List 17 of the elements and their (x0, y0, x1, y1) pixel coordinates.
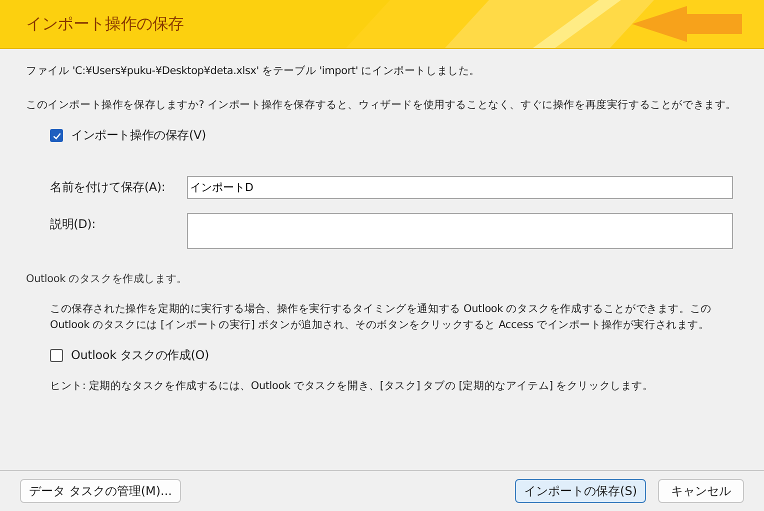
section-heading: Outlook のタスクを作成します。 (26, 272, 188, 287)
description-text: この保存された操作を定期的に実行する場合、操作を実行するタイミングを通知する Outlook のタスクを作成することができます。この Outlook のタスクには [インポートの実行] ボタンが追加され、そのボタンをクリックすると Access でインポート操作が実行されます。 (50, 302, 712, 333)
checkbox[interactable] (50, 349, 63, 362)
field-label: 説明(D): (50, 216, 96, 233)
hint-text: ヒント: 定期的なタスクを作成するには、Outlook でタスクを開き、[タスク] タブの [定期的なアイテム] をクリックします。 (50, 379, 654, 394)
checkbox[interactable] (50, 129, 63, 142)
window-title: インポート操作の保存 (25, 14, 184, 34)
field-label: 名前を付けて保存(A): (50, 179, 166, 196)
checkbox-label[interactable]: Outlook タスクの作成(O) (71, 347, 209, 364)
name-field[interactable]: インポートD (187, 176, 733, 199)
message-text: ファイル 'C:¥Users¥puku-¥Desktop¥deta.xlsx' をテーブル 'import' にインポートしました。 (26, 64, 482, 79)
checkbox-label[interactable]: インポート操作の保存(V) (71, 127, 206, 144)
dialog-button[interactable]: インポートの保存(S) (515, 479, 646, 503)
dialog-button[interactable]: キャンセル (658, 479, 744, 503)
question-text: このインポート操作を保存しますか? インポート操作を保存すると、ウィザードを使用することなく、すぐに操作を再度実行することができます。 (26, 98, 738, 113)
dialog-button[interactable]: データ タスクの管理(M)... (20, 479, 181, 503)
description-field[interactable] (187, 213, 733, 249)
